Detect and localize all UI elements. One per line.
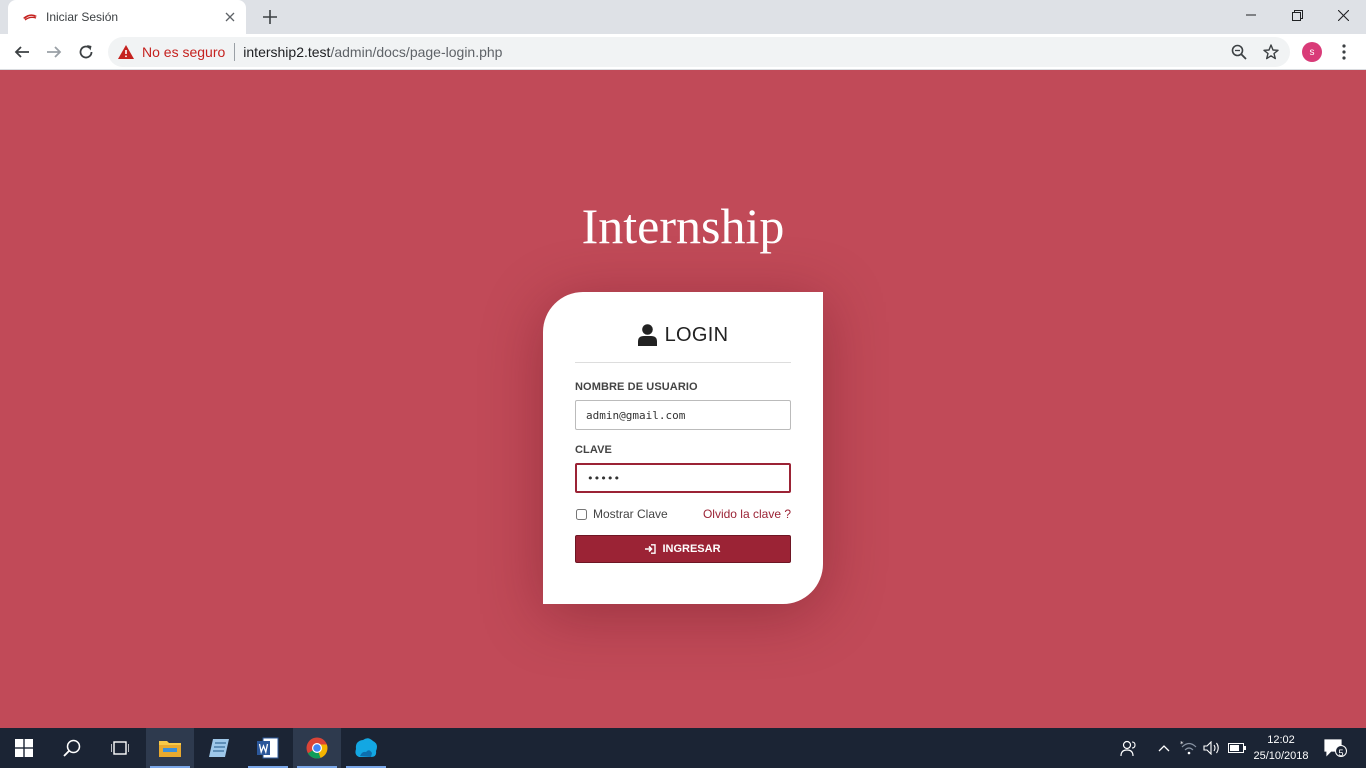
site-favicon-icon: [22, 9, 38, 25]
reload-icon: [79, 45, 93, 59]
browser-tab[interactable]: Iniciar Sesión: [8, 0, 246, 34]
url-path: /admin/docs/page-login.php: [330, 44, 503, 60]
system-clock[interactable]: 12:02 25/10/2018: [1246, 732, 1316, 764]
folder-icon: [159, 741, 181, 757]
clock-time: 12:02: [1267, 734, 1295, 746]
forward-button[interactable]: [40, 38, 68, 66]
windows-logo-icon: [15, 739, 33, 757]
volume-icon[interactable]: [1203, 739, 1221, 757]
close-icon: [1337, 9, 1349, 21]
task-view-icon: [111, 741, 129, 755]
notes-icon: [209, 739, 229, 757]
omnibox-divider: [234, 43, 236, 61]
close-tab-icon[interactable]: [222, 9, 238, 25]
svg-text:*: *: [1180, 741, 1184, 748]
username-label: NOMBRE DE USUARIO: [575, 381, 698, 393]
notification-count: 5: [1338, 748, 1344, 758]
new-tab-button[interactable]: [258, 5, 282, 29]
show-password-label: Mostrar Clave: [593, 507, 668, 521]
login-options: Mostrar Clave Olvido la clave ?: [575, 507, 791, 521]
profile-avatar[interactable]: s: [1302, 42, 1322, 62]
taskbar-app[interactable]: [342, 728, 390, 768]
reload-button[interactable]: [72, 38, 100, 66]
login-title: LOGIN: [664, 323, 729, 346]
username-input[interactable]: [575, 400, 791, 430]
back-button[interactable]: [8, 38, 36, 66]
bookmark-star-icon[interactable]: [1262, 43, 1280, 61]
password-input[interactable]: [575, 463, 791, 493]
password-label: CLAVE: [575, 444, 612, 456]
security-indicator[interactable]: No es seguro: [118, 44, 225, 60]
clock-date: 25/10/2018: [1253, 750, 1309, 762]
security-text: No es seguro: [142, 44, 226, 60]
restore-icon: [1291, 9, 1303, 21]
browser-menu-icon[interactable]: [1334, 40, 1354, 64]
search-icon: [63, 739, 81, 757]
word-icon: [257, 737, 279, 759]
taskbar-file-explorer[interactable]: [146, 728, 194, 768]
address-bar[interactable]: No es seguro intership2.test/admin/docs/…: [108, 37, 1290, 67]
sign-in-icon: [645, 544, 657, 554]
show-password-checkbox[interactable]: [576, 508, 587, 520]
chrome-icon: [306, 737, 328, 759]
show-password-toggle[interactable]: Mostrar Clave: [575, 507, 668, 521]
tab-strip: Iniciar Sesión: [0, 0, 1366, 34]
battery-icon[interactable]: [1228, 739, 1246, 757]
people-icon[interactable]: [1120, 739, 1138, 757]
browser-toolbar: No es seguro intership2.test/admin/docs/…: [0, 34, 1366, 70]
task-view-button[interactable]: [96, 728, 144, 768]
arrow-left-icon: [14, 46, 29, 58]
chevron-up-icon[interactable]: [1156, 739, 1172, 757]
warning-icon: [118, 45, 134, 59]
zoom-icon[interactable]: [1230, 43, 1248, 61]
login-submit-button[interactable]: INGRESAR: [575, 535, 791, 563]
wifi-icon[interactable]: *: [1180, 739, 1198, 757]
taskbar-notes-app[interactable]: [195, 728, 243, 768]
submit-label: INGRESAR: [662, 543, 721, 555]
close-window-button[interactable]: [1320, 0, 1366, 30]
minimize-icon: [1246, 14, 1256, 16]
user-icon: [637, 324, 657, 346]
plus-icon: [263, 10, 277, 24]
windows-taskbar: * 12:02 25/10/2018 5: [0, 728, 1366, 768]
url-host: intership2.test: [243, 44, 331, 60]
minimize-button[interactable]: [1228, 0, 1274, 30]
arrow-right-icon: [47, 46, 62, 58]
login-header: LOGIN: [575, 292, 791, 363]
start-button[interactable]: [0, 728, 48, 768]
page-content: Internship LOGIN NOMBRE DE USUARIO CLAVE…: [0, 70, 1366, 728]
app-icon: [355, 738, 377, 757]
forgot-password-link[interactable]: Olvido la clave ?: [703, 507, 791, 521]
brand-title: Internship: [581, 198, 785, 254]
taskbar-word[interactable]: [244, 728, 292, 768]
taskbar-chrome[interactable]: [293, 728, 341, 768]
login-card: LOGIN NOMBRE DE USUARIO CLAVE Mostrar Cl…: [543, 292, 823, 604]
tab-title: Iniciar Sesión: [46, 10, 119, 24]
url-text: intership2.test/admin/docs/page-login.ph…: [243, 44, 502, 60]
taskbar-search-button[interactable]: [48, 728, 96, 768]
restore-button[interactable]: [1274, 0, 1320, 30]
